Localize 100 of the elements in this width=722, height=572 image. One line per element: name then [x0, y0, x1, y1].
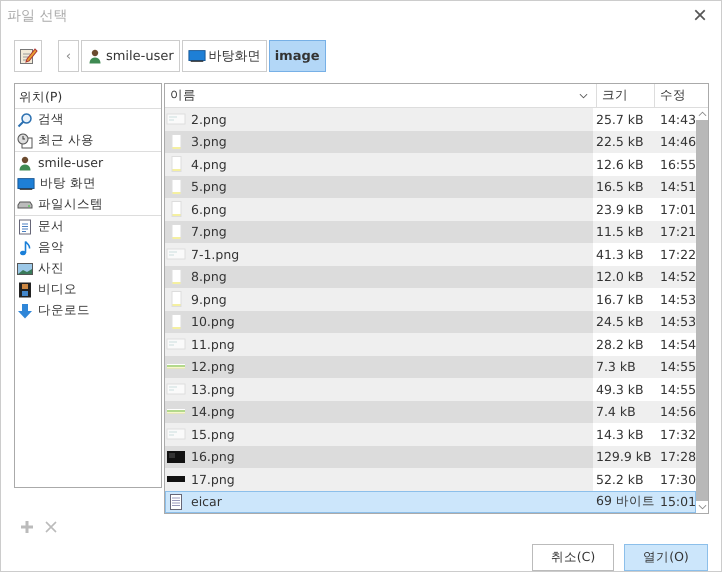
file-row[interactable]: eicar 69 바이트 15:01 — [165, 490, 696, 514]
file-size: 129.9 kB — [593, 446, 658, 468]
file-row[interactable]: 17.png 52.2 kB 17:30 — [165, 468, 696, 491]
file-time: 17:28 — [658, 446, 696, 468]
file-size: 22.5 kB — [593, 130, 658, 154]
file-row[interactable]: 11.png 28.2 kB 14:54 — [165, 333, 696, 356]
file-name: 4.png — [191, 156, 227, 172]
image-thumbnail-icon — [166, 409, 186, 414]
file-row[interactable]: 7-1.png 41.3 kB 17:22 — [165, 243, 696, 266]
file-size: 7.3 kB — [593, 356, 658, 378]
place-item[interactable]: 바탕 화면 — [15, 173, 161, 194]
image-thumbnail-icon — [166, 246, 186, 262]
file-size: 24.5 kB — [593, 310, 658, 334]
scroll-down-icon[interactable] — [698, 504, 706, 510]
file-size: 12.0 kB — [593, 266, 658, 288]
drive-icon — [17, 200, 33, 209]
edit-location-button[interactable] — [14, 40, 42, 72]
landscape-icon — [17, 260, 33, 277]
file-row[interactable]: 14.png 7.4 kB 14:56 — [165, 400, 696, 424]
place-item[interactable]: 최근 사용 — [15, 130, 161, 152]
image-thumbnail-icon — [166, 381, 186, 398]
place-item[interactable]: 다운로드 — [15, 300, 161, 322]
image-thumbnail-icon — [166, 336, 186, 352]
name-column-header[interactable]: 이름 — [165, 84, 596, 108]
add-icon[interactable] — [20, 520, 34, 534]
file-row[interactable]: 15.png 14.3 kB 17:32 — [165, 423, 696, 446]
file-row[interactable]: 9.png 16.7 kB 14:53 — [165, 288, 696, 311]
monitor-icon — [17, 176, 35, 192]
place-item[interactable]: 문서 — [15, 216, 161, 238]
file-name: 8.png — [191, 269, 227, 284]
file-time: 17:21 — [658, 220, 696, 244]
file-row[interactable]: 12.png 7.3 kB 14:55 — [165, 356, 696, 378]
file-row[interactable]: 5.png 16.5 kB 14:51 — [165, 176, 696, 198]
image-thumbnail-icon — [166, 364, 186, 370]
file-name: 10.png — [191, 314, 235, 330]
image-thumbnail-icon — [166, 111, 186, 128]
place-item[interactable]: 파일시스템 — [15, 194, 161, 216]
file-time: 14:52 — [658, 266, 696, 288]
document-icon — [17, 218, 33, 235]
file-name: 17.png — [191, 472, 235, 487]
file-size: 11.5 kB — [593, 220, 658, 244]
music-note-icon — [17, 240, 33, 256]
path-button[interactable]: 바탕화면 — [182, 40, 267, 72]
file-name: 3.png — [191, 134, 227, 150]
path-button[interactable]: image — [268, 40, 326, 72]
place-item[interactable]: 비디오 — [15, 279, 161, 300]
file-row[interactable]: 13.png 49.3 kB 14:55 — [165, 378, 696, 401]
monitor-icon — [188, 48, 206, 64]
file-name: 11.png — [191, 336, 235, 352]
close-button[interactable]: × — [686, 4, 713, 28]
file-row[interactable]: 7.png 11.5 kB 17:21 — [165, 220, 696, 244]
file-name: 6.png — [191, 202, 227, 217]
cancel-button[interactable]: 취소(C) — [532, 544, 614, 571]
file-name: eicar — [191, 494, 222, 510]
chevron-down-icon — [579, 92, 588, 99]
path-button[interactable]: smile-user — [81, 40, 180, 72]
file-row[interactable]: 3.png 22.5 kB 14:46 — [165, 130, 696, 154]
file-name: 12.png — [191, 359, 235, 374]
file-time: 14:51 — [658, 176, 696, 198]
back-button[interactable]: ‹ — [58, 40, 79, 72]
file-row[interactable]: 16.png 129.9 kB 17:28 — [165, 446, 696, 468]
file-name: 16.png — [191, 449, 235, 464]
file-row[interactable]: 10.png 24.5 kB 14:53 — [165, 310, 696, 334]
window-title: 파일 선택 — [7, 7, 68, 26]
file-name: 2.png — [191, 112, 227, 127]
modified-column-header[interactable]: 수정 — [654, 84, 696, 108]
file-name: 13.png — [191, 382, 235, 397]
clock-document-icon — [17, 132, 33, 149]
file-size: 7.4 kB — [593, 400, 658, 424]
file-row[interactable]: 4.png 12.6 kB 16:55 — [165, 153, 696, 176]
search-icon — [17, 112, 33, 128]
user-icon — [17, 154, 33, 171]
file-row[interactable]: 6.png 23.9 kB 17:01 — [165, 198, 696, 221]
open-button[interactable]: 열기(O) — [624, 544, 708, 571]
file-name: 5.png — [191, 179, 227, 194]
notepad-pencil-icon — [18, 46, 38, 66]
file-time: 15:01 — [658, 490, 696, 514]
film-icon — [17, 282, 33, 298]
file-name: 7-1.png — [191, 246, 240, 262]
file-time: 14:55 — [658, 356, 696, 378]
file-size: 16.5 kB — [593, 176, 658, 198]
place-item[interactable]: 음악 — [15, 237, 161, 258]
place-item[interactable]: smile-user — [15, 152, 161, 174]
remove-icon[interactable] — [44, 520, 58, 534]
place-item[interactable]: 검색 — [15, 109, 161, 130]
scroll-up-icon[interactable] — [698, 111, 706, 118]
file-time: 14:46 — [658, 130, 696, 154]
size-column-header[interactable]: 크기 — [596, 84, 654, 108]
file-row[interactable]: 8.png 12.0 kB 14:52 — [165, 266, 696, 288]
places-header: 위치(P) — [15, 84, 161, 110]
image-thumbnail-icon — [166, 448, 186, 465]
file-row[interactable]: 2.png 25.7 kB 14:43 — [165, 108, 696, 131]
place-item[interactable]: 사진 — [15, 258, 161, 280]
down-arrow-icon — [17, 302, 33, 319]
file-name: 9.png — [191, 292, 227, 307]
file-time: 14:53 — [658, 310, 696, 334]
user-icon — [87, 48, 103, 64]
file-name: 14.png — [191, 404, 235, 420]
file-time: 14:56 — [658, 400, 696, 424]
file-size: 69 바이트 — [593, 490, 658, 514]
